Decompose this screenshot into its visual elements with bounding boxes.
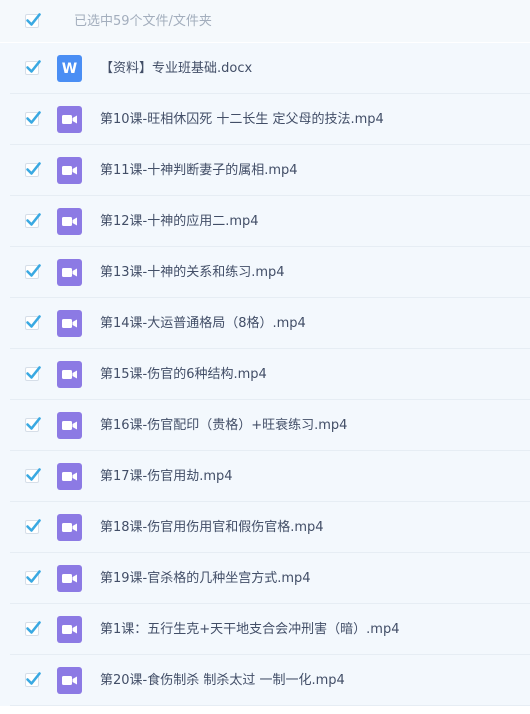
file-row[interactable]: 第16课-伤官配印（贵格）+旺衰练习.mp4 xyxy=(0,400,530,451)
file-row[interactable]: 第13课-十神的关系和练习.mp4 xyxy=(0,247,530,298)
file-checkbox[interactable] xyxy=(25,315,41,330)
file-checkbox[interactable] xyxy=(25,366,41,381)
file-name[interactable]: 【资料】专业班基础.docx xyxy=(100,60,252,77)
file-name[interactable]: 第1课：五行生克+天干地支合会冲刑害（暗）.mp4 xyxy=(100,621,399,638)
checkmark-icon xyxy=(26,315,41,328)
checkmark-icon xyxy=(26,213,41,226)
select-all-checkbox[interactable] xyxy=(25,13,41,28)
video-camera-icon xyxy=(57,667,82,694)
file-row[interactable]: 第11课-十神判断妻子的属相.mp4 xyxy=(0,145,530,196)
video-camera-icon xyxy=(57,616,82,643)
checkmark-icon xyxy=(26,111,41,124)
selection-header: 已选中59个文件/文件夹 xyxy=(0,0,530,42)
checkmark-icon xyxy=(26,672,41,685)
file-name[interactable]: 第20课-食伤制杀 制杀太过 一制一化.mp4 xyxy=(100,672,345,689)
file-list-page: 已选中59个文件/文件夹 W 【资料】专业班基础.docx 第10课-旺相休囚死… xyxy=(0,0,530,714)
file-name[interactable]: 第10课-旺相休囚死 十二长生 定父母的技法.mp4 xyxy=(100,111,384,128)
file-row[interactable]: 第20课-食伤制杀 制杀太过 一制一化.mp4 xyxy=(0,655,530,706)
file-name[interactable]: 第13课-十神的关系和练习.mp4 xyxy=(100,264,285,281)
file-row[interactable]: 第10课-旺相休囚死 十二长生 定父母的技法.mp4 xyxy=(0,94,530,145)
checkmark-icon xyxy=(26,60,41,73)
checkmark-icon xyxy=(26,621,41,634)
file-checkbox[interactable] xyxy=(25,60,41,75)
checkmark-icon xyxy=(26,417,41,430)
file-name[interactable]: 第11课-十神判断妻子的属相.mp4 xyxy=(100,162,298,179)
file-checkbox[interactable] xyxy=(25,468,41,483)
checkmark-icon xyxy=(26,264,41,277)
file-checkbox[interactable] xyxy=(25,621,41,636)
file-name[interactable]: 第19课-官杀格的几种坐宫方式.mp4 xyxy=(100,570,311,587)
file-name[interactable]: 第15课-伤官的6种结构.mp4 xyxy=(100,366,267,383)
file-row[interactable]: 第17课-伤官用劫.mp4 xyxy=(0,451,530,502)
file-name[interactable]: 第16课-伤官配印（贵格）+旺衰练习.mp4 xyxy=(100,417,347,434)
checkmark-icon xyxy=(26,13,41,26)
file-name[interactable]: 第14课-大运普通格局（8格）.mp4 xyxy=(100,315,306,332)
checkmark-icon xyxy=(26,468,41,481)
file-checkbox[interactable] xyxy=(25,162,41,177)
file-checkbox[interactable] xyxy=(25,417,41,432)
file-checkbox[interactable] xyxy=(25,264,41,279)
file-row[interactable]: 第12课-十神的应用二.mp4 xyxy=(0,196,530,247)
video-camera-icon xyxy=(57,157,82,184)
file-name[interactable]: 第17课-伤官用劫.mp4 xyxy=(100,468,233,485)
file-name[interactable]: 第12课-十神的应用二.mp4 xyxy=(100,213,259,230)
checkmark-icon xyxy=(26,366,41,379)
file-checkbox[interactable] xyxy=(25,213,41,228)
file-row[interactable]: W 【资料】专业班基础.docx xyxy=(0,43,530,94)
video-camera-icon xyxy=(57,208,82,235)
file-checkbox[interactable] xyxy=(25,570,41,585)
file-row[interactable]: 第18课-伤官用伤用官和假伤官格.mp4 xyxy=(0,502,530,553)
video-camera-icon xyxy=(57,106,82,133)
video-camera-icon xyxy=(57,412,82,439)
checkmark-icon xyxy=(26,162,41,175)
file-checkbox[interactable] xyxy=(25,672,41,687)
file-list: W 【资料】专业班基础.docx 第10课-旺相休囚死 十二长生 定父母的技法.… xyxy=(0,43,530,706)
file-row[interactable]: 第1课：五行生克+天干地支合会冲刑害（暗）.mp4 xyxy=(0,604,530,655)
video-camera-icon xyxy=(57,259,82,286)
file-row[interactable]: 第15课-伤官的6种结构.mp4 xyxy=(0,349,530,400)
selection-count-text: 已选中59个文件/文件夹 xyxy=(74,14,212,29)
word-document-icon: W xyxy=(57,55,82,82)
file-row[interactable]: 第14课-大运普通格局（8格）.mp4 xyxy=(0,298,530,349)
video-camera-icon xyxy=(57,514,82,541)
file-checkbox[interactable] xyxy=(25,519,41,534)
checkmark-icon xyxy=(26,570,41,583)
video-camera-icon xyxy=(57,565,82,592)
video-camera-icon xyxy=(57,463,82,490)
file-checkbox[interactable] xyxy=(25,111,41,126)
video-camera-icon xyxy=(57,310,82,337)
file-name[interactable]: 第18课-伤官用伤用官和假伤官格.mp4 xyxy=(100,519,324,536)
file-row[interactable]: 第19课-官杀格的几种坐宫方式.mp4 xyxy=(0,553,530,604)
checkmark-icon xyxy=(26,519,41,532)
video-camera-icon xyxy=(57,361,82,388)
